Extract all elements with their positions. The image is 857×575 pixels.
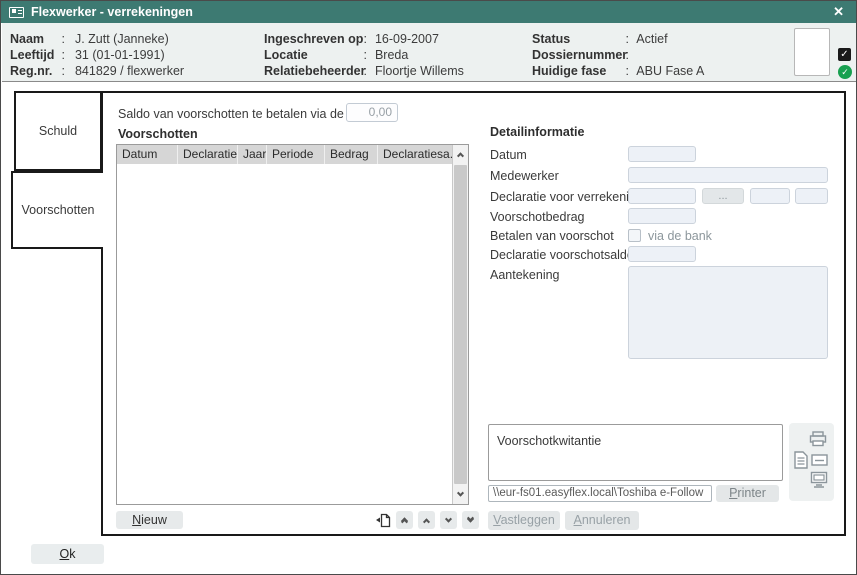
person-info-header: Naam : J. Zutt (Janneke) Leeftijd : 31 (… <box>2 23 857 82</box>
label-declaratie-voorschotsaldo: Declaratie voorschotsaldo <box>490 248 634 262</box>
next-record-button[interactable] <box>440 511 457 529</box>
printer-icon[interactable] <box>809 431 827 447</box>
detail-title: Detailinformatie <box>490 125 584 139</box>
black-checkbox-checked-icon[interactable]: ✓ <box>838 48 851 61</box>
via-de-bank-label: via de bank <box>648 229 712 243</box>
scroll-up-icon[interactable] <box>453 146 468 163</box>
via-de-bank-checkbox[interactable] <box>628 229 641 242</box>
ok-button[interactable]: Ok <box>31 544 104 564</box>
col-declaratie[interactable]: Declaratie <box>178 145 238 164</box>
header-field-huidige-fase: Huidige fase : ABU Fase A <box>532 64 704 79</box>
declaratie-verrekening-input[interactable] <box>628 188 696 204</box>
title-bar: Flexwerker - verrekeningen ✕ <box>1 1 856 23</box>
flexwerker-card-icon <box>9 7 24 18</box>
header-field-naam: Naam : J. Zutt (Janneke) <box>10 32 169 47</box>
aantekening-textarea[interactable] <box>628 266 828 359</box>
printer-path-field[interactable]: \\eur-fs01.easyflex.local\Toshiba e-Foll… <box>488 485 712 502</box>
declaratie-lookup-button[interactable]: ... <box>702 188 744 204</box>
vastleggen-button[interactable]: Vastleggen <box>488 511 560 530</box>
tab-voorschotten-label: Voorschotten <box>22 203 95 217</box>
envelope-icon[interactable] <box>811 454 828 466</box>
window-title: Flexwerker - verrekeningen <box>31 5 193 19</box>
label-voorschotbedrag: Voorschotbedrag <box>490 210 585 224</box>
label-declaratie-voor-verrekening: Declaratie voor verrekening <box>490 190 643 204</box>
voorschotsaldo-input[interactable] <box>628 246 696 262</box>
table-scrollbar[interactable] <box>452 145 468 504</box>
monitor-icon[interactable] <box>810 471 828 488</box>
first-record-button[interactable] <box>396 511 413 529</box>
label-datum: Datum <box>490 148 527 162</box>
datum-input[interactable] <box>628 146 696 162</box>
col-periode[interactable]: Periode <box>267 145 325 164</box>
voorschotten-table[interactable]: Datum Declaratie Jaar Periode Bedrag Dec… <box>116 144 469 505</box>
kwitantie-text: Voorschotkwitantie <box>497 434 601 448</box>
printer-button[interactable]: Printer <box>716 485 779 502</box>
photo-placeholder <box>794 28 830 76</box>
saldo-label: Saldo van voorschotten te betalen via de… <box>118 107 374 121</box>
declaratie-jaar-input[interactable] <box>750 188 790 204</box>
table-header-row: Datum Declaratie Jaar Periode Bedrag Dec… <box>117 145 452 164</box>
col-bedrag[interactable]: Bedrag <box>325 145 378 164</box>
previous-record-button[interactable] <box>418 511 435 529</box>
label-aantekening: Aantekening <box>490 268 560 282</box>
tab-voorschotten[interactable]: Voorschotten <box>11 171 103 249</box>
col-datum[interactable]: Datum <box>117 145 178 164</box>
kwitantie-box[interactable]: Voorschotkwitantie <box>488 424 783 481</box>
col-jaar[interactable]: Jaar <box>238 145 267 164</box>
label-betalen-van-voorschot: Betalen van voorschot <box>490 229 614 243</box>
header-field-regnr: Reg.nr. : 841829 / flexwerker <box>10 64 184 79</box>
header-field-relatiebeheerder: Relatiebeheerder : Floortje Willems <box>264 64 464 79</box>
scrollbar-thumb[interactable] <box>454 165 467 484</box>
document-icon[interactable] <box>794 451 808 469</box>
saldo-value-field[interactable]: 0,00 <box>346 103 398 122</box>
header-field-locatie: Locatie : Breda <box>264 48 408 63</box>
header-field-dossiernummer: Dossiernummer : <box>532 48 633 63</box>
medewerker-input[interactable] <box>628 167 828 183</box>
scroll-down-icon[interactable] <box>453 486 468 503</box>
voorschotbedrag-input[interactable] <box>628 208 696 224</box>
goto-record-icon[interactable] <box>373 511 393 529</box>
green-check-icon: ✓ <box>838 65 852 79</box>
tab-schuld[interactable]: Schuld <box>14 91 102 171</box>
header-field-leeftijd: Leeftijd : 31 (01-01-1991) <box>10 48 165 63</box>
col-declaratiesaldo[interactable]: Declaratiesa... <box>378 145 452 164</box>
voorschotten-panel: Saldo van voorschotten te betalen via de… <box>101 91 846 536</box>
table-title: Voorschotten <box>118 127 198 141</box>
annuleren-button[interactable]: Annuleren <box>565 511 639 530</box>
dialog-window: Flexwerker - verrekeningen ✕ Naam : J. Z… <box>0 0 857 575</box>
last-record-button[interactable] <box>462 511 479 529</box>
nieuw-button[interactable]: Nieuw <box>116 511 183 529</box>
tab-schuld-label: Schuld <box>39 124 77 138</box>
output-options-panel <box>789 423 834 501</box>
header-field-ingeschreven: Ingeschreven op : 16-09-2007 <box>264 32 439 47</box>
close-icon[interactable]: ✕ <box>829 1 848 23</box>
label-medewerker: Medewerker <box>490 169 559 183</box>
declaratie-periode-input[interactable] <box>795 188 828 204</box>
header-field-status: Status : Actief <box>532 32 668 47</box>
